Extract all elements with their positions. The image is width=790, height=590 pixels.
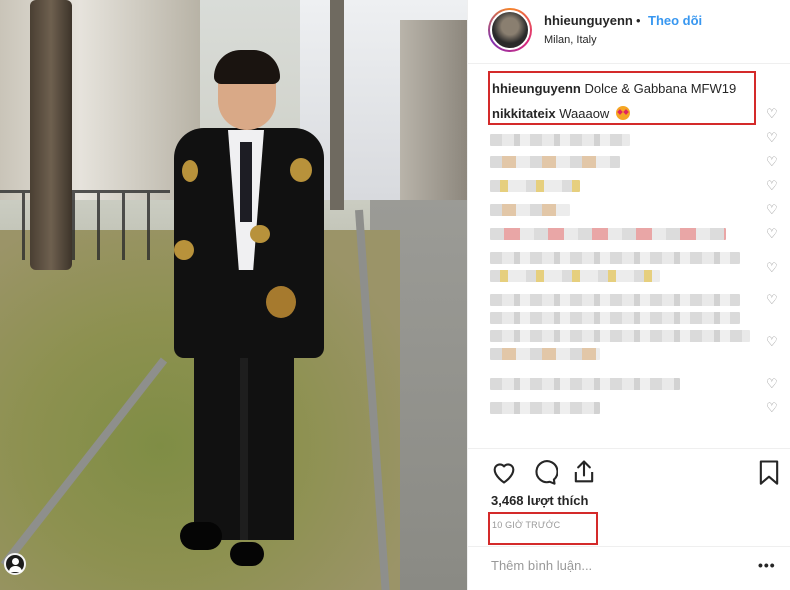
comment-text: Waaaow [559,106,610,121]
caption-text: Dolce & Gabbana MFW19 [584,81,737,96]
comment-icon[interactable] [530,458,558,486]
blurred-comment [490,204,570,216]
comment-input[interactable]: Thêm bình luận... [491,558,592,573]
profile-avatar[interactable] [488,8,532,52]
heart-eyes-emoji-icon [615,106,630,120]
comment-author[interactable]: nikkitateix [492,106,556,121]
blurred-comment [490,252,740,264]
share-icon[interactable] [570,458,598,486]
photo-person [160,50,330,580]
comment-like-heart-icon[interactable]: ♡ [766,107,780,120]
comment-like-heart-icon[interactable]: ♡ [766,377,780,390]
blurred-comment [490,348,600,360]
post-header: hhieunguyenn • Theo dõi Milan, Italy [468,0,790,64]
blurred-comment [490,228,726,240]
comment-like-heart-icon[interactable]: ♡ [766,155,780,168]
comment-like-heart-icon[interactable]: ♡ [766,131,780,144]
comment-like-heart-icon[interactable]: ♡ [766,293,780,306]
comment-like-heart-icon[interactable]: ♡ [766,261,780,274]
blurred-comment [490,330,750,342]
more-options-button[interactable]: ••• [758,557,776,573]
post-side-panel: hhieunguyenn • Theo dõi Milan, Italy hhi… [467,0,790,590]
photo-building-right [400,20,467,220]
blurred-comment [490,402,600,414]
caption: hhieunguyenn Dolce & Gabbana MFW19 [492,81,736,96]
blurred-comment [490,312,740,324]
comment-like-heart-icon[interactable]: ♡ [766,179,780,192]
follow-button[interactable]: Theo dõi [648,13,702,28]
comment-like-heart-icon[interactable]: ♡ [766,203,780,216]
header-username[interactable]: hhieunguyenn [544,13,633,28]
photo-tree [330,0,344,210]
comment-like-heart-icon[interactable]: ♡ [766,227,780,240]
header-separator: • [636,13,641,28]
photo-fence [0,190,170,260]
comment-like-heart-icon[interactable]: ♡ [766,335,780,348]
comment-item: nikkitateix Waaaow [492,106,630,121]
heart-icon[interactable] [490,458,518,486]
bookmark-icon[interactable] [755,458,783,486]
blurred-comment [490,134,630,146]
blurred-comment [490,156,620,168]
actions-divider [468,448,790,449]
blurred-comment [490,378,680,390]
blurred-comment [490,270,660,282]
photo-tree [30,0,72,270]
likes-count[interactable]: 3,468 lượt thích [491,493,588,508]
blurred-comment [490,294,740,306]
post-photo[interactable] [0,0,467,590]
post-location[interactable]: Milan, Italy [544,34,597,46]
post-timestamp[interactable]: 10 GIỜ TRƯỚC [492,520,560,530]
blurred-comment [490,180,580,192]
tagged-user-icon[interactable] [4,553,26,575]
caption-author[interactable]: hhieunguyenn [492,81,581,96]
comment-like-heart-icon[interactable]: ♡ [766,401,780,414]
